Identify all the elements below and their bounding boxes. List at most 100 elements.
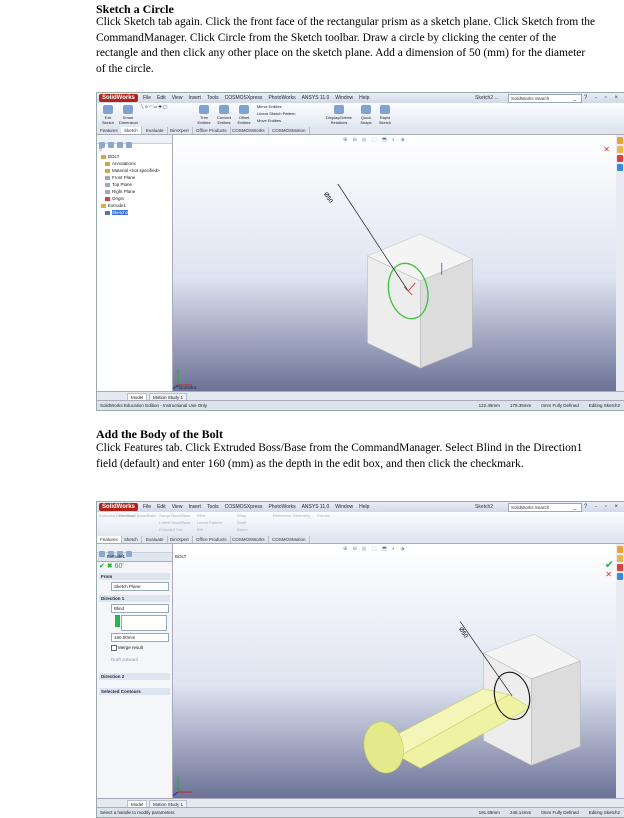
relations-button[interactable]: Display/Delete Relations <box>325 105 353 125</box>
tab-features[interactable]: Features <box>97 127 122 134</box>
tab-dimxpert[interactable]: DimXpert <box>167 127 193 134</box>
library-icon[interactable] <box>617 555 623 562</box>
ribbon-button[interactable]: Lofted Boss/Base <box>159 520 190 526</box>
convert-entities-button[interactable]: Convert Entities <box>215 105 233 125</box>
menu-item[interactable]: COSMOSXpress <box>225 504 263 510</box>
tab-cosmosmotion[interactable]: COSMOSMotion <box>269 127 310 134</box>
menu-item[interactable]: View <box>172 504 183 510</box>
tab-cosmosworks[interactable]: COSMOSWorks <box>229 536 269 543</box>
direction1-section[interactable]: Direction 1 <box>99 595 170 602</box>
ribbon-button[interactable]: Draft <box>237 520 246 526</box>
direction-selection-box[interactable] <box>97 613 172 631</box>
menu-item[interactable]: Insert <box>188 504 201 510</box>
tree-item-material[interactable]: Material <not specified> <box>97 167 172 174</box>
menu-item[interactable]: Window <box>335 504 353 510</box>
tree-item-annotations[interactable]: Annotations <box>97 160 172 167</box>
tree-item-bolt[interactable]: BOLT <box>97 153 172 160</box>
menu-item[interactable]: Edit <box>157 95 166 101</box>
menu-item[interactable]: File <box>143 95 151 101</box>
ribbon-button[interactable]: Revolved Boss/Base <box>119 513 156 519</box>
resources-icon[interactable] <box>617 137 623 144</box>
trim-entities-button[interactable]: Trim Entities <box>195 105 213 125</box>
menu-item[interactable]: PhotoWorks <box>268 95 295 101</box>
task-pane[interactable] <box>616 135 624 392</box>
ribbon-button[interactable]: Swept Boss/Base <box>159 513 190 519</box>
tab-evaluate[interactable]: Evaluate <box>143 536 168 543</box>
window-controls[interactable]: _ ? - ▫ × <box>573 94 621 102</box>
exit-sketch-button[interactable]: Exit Sketch <box>99 105 117 125</box>
menu-item[interactable]: Help <box>359 95 369 101</box>
menu-item[interactable]: Window <box>335 95 353 101</box>
menu-bar[interactable]: File Edit View Insert Tools COSMOSXpress Photo… <box>143 503 375 511</box>
tab-cosmosmotion[interactable]: COSMOSMotion <box>269 536 310 543</box>
tree-item-origin[interactable]: Origin <box>97 195 172 202</box>
menu-bar[interactable]: File Edit View Insert Tools COSMOSXpress Photo… <box>143 94 375 102</box>
tree-item-front-plane[interactable]: Front Plane <box>97 174 172 181</box>
tree-item-right-plane[interactable]: Right Plane <box>97 188 172 195</box>
menu-item[interactable]: Tools <box>207 95 219 101</box>
tab-office-products[interactable]: Office Products <box>193 127 231 134</box>
selected-contours-section[interactable]: Selected Contours <box>99 688 170 696</box>
library-icon[interactable] <box>617 146 623 153</box>
mirror-entities-button[interactable]: Mirror Entities <box>257 104 282 110</box>
menu-item[interactable]: Help <box>359 504 369 510</box>
smart-dimension-button[interactable]: Smart Dimension <box>119 105 138 125</box>
explorer-icon[interactable] <box>617 564 623 571</box>
tab-office-products[interactable]: Office Products <box>193 536 231 543</box>
cancel-icon[interactable]: ✕ <box>605 570 612 579</box>
resources-icon[interactable] <box>617 546 623 553</box>
explorer-icon[interactable] <box>617 155 623 162</box>
tab-features[interactable]: Features <box>97 536 122 543</box>
graphics-viewport[interactable]: ⊕ ⊖ ◎ ⬚ ⬒ ◐ ⬗ Ø50 *Isometric ✕ <box>173 135 624 392</box>
rapid-sketch-button[interactable]: Rapid Sketch <box>376 105 394 125</box>
merge-result-checkbox[interactable]: Merge result <box>111 645 172 651</box>
menu-item[interactable]: View <box>172 95 183 101</box>
search-input[interactable]: SolidWorks Search <box>508 94 582 103</box>
direction2-section[interactable]: Direction 2 <box>99 673 170 681</box>
ribbon-button[interactable]: Reference Geometry <box>273 513 310 519</box>
feature-tree-icon[interactable] <box>99 551 105 557</box>
task-pane[interactable] <box>616 544 624 799</box>
graphics-viewport[interactable]: ⊕ ⊖ ◎ ⬚ ⬒ ◐ ⬗ BOLT Ø50 ✔ ✕ <box>173 544 624 799</box>
ribbon-button[interactable]: Fillet <box>197 513 205 519</box>
move-entities-button[interactable]: Move Entities <box>257 118 281 124</box>
ribbon-button[interactable]: Linear Pattern <box>197 520 222 526</box>
tab-evaluate[interactable]: Evaluate <box>143 127 168 134</box>
offset-entities-button[interactable]: Offset Entities <box>235 105 253 125</box>
window-controls[interactable]: _ ? - ▫ × <box>573 503 621 511</box>
ribbon-button[interactable]: Curves <box>317 513 330 519</box>
ribbon-button[interactable]: Wrap <box>237 513 246 519</box>
menu-item[interactable]: Edit <box>157 504 166 510</box>
linear-pattern-button[interactable]: Linear Sketch Pattern <box>257 111 295 117</box>
menu-item[interactable]: File <box>143 504 151 510</box>
depth-input[interactable]: 160.00mm <box>111 633 169 642</box>
menu-item[interactable]: ANSYS 11.0 <box>302 95 330 101</box>
menu-item[interactable]: COSMOSXpress <box>225 95 263 101</box>
tab-cosmosworks[interactable]: COSMOSWorks <box>229 127 269 134</box>
menu-item[interactable]: Insert <box>188 95 201 101</box>
menu-item[interactable]: Tools <box>207 504 219 510</box>
tab-dimxpert[interactable]: DimXpert <box>167 536 193 543</box>
menu-item[interactable]: PhotoWorks <box>268 504 295 510</box>
draft-outward-checkbox[interactable]: Draft outward <box>111 657 172 663</box>
ribbon-button[interactable]: Extruded Cut <box>159 527 182 533</box>
confirm-corner-icon[interactable]: ✕ <box>603 145 610 154</box>
sketch-tools-icons[interactable]: ╲ ⊙ ◠ ▭ ✚ ◯ <box>141 104 167 110</box>
search-input[interactable]: SolidWorks Search <box>508 503 582 512</box>
tree-filter-icon[interactable]: ▽ <box>97 146 172 153</box>
quick-snaps-button[interactable]: Quick Snaps <box>357 105 375 125</box>
from-select[interactable]: Sketch Plane <box>111 582 169 591</box>
tree-item-extrude1[interactable]: Extrude1 <box>97 202 172 209</box>
menu-item[interactable]: ANSYS 11.0 <box>302 504 330 510</box>
ok-cancel-buttons[interactable]: ✔ ✖ 60' <box>97 562 172 571</box>
appearance-icon[interactable] <box>126 551 132 557</box>
end-condition-select[interactable]: Blind <box>111 604 169 613</box>
tree-item-top-plane[interactable]: Top Plane <box>97 181 172 188</box>
tab-sketch[interactable]: Sketch <box>121 127 142 134</box>
from-section[interactable]: From <box>99 573 170 580</box>
search-icon[interactable] <box>617 164 623 171</box>
search-icon[interactable] <box>617 573 623 580</box>
ribbon-button[interactable]: Rib <box>197 527 203 533</box>
ribbon-button[interactable]: Dome <box>237 527 248 533</box>
tree-item-sketch2[interactable]: Sketch2 <box>97 209 172 216</box>
